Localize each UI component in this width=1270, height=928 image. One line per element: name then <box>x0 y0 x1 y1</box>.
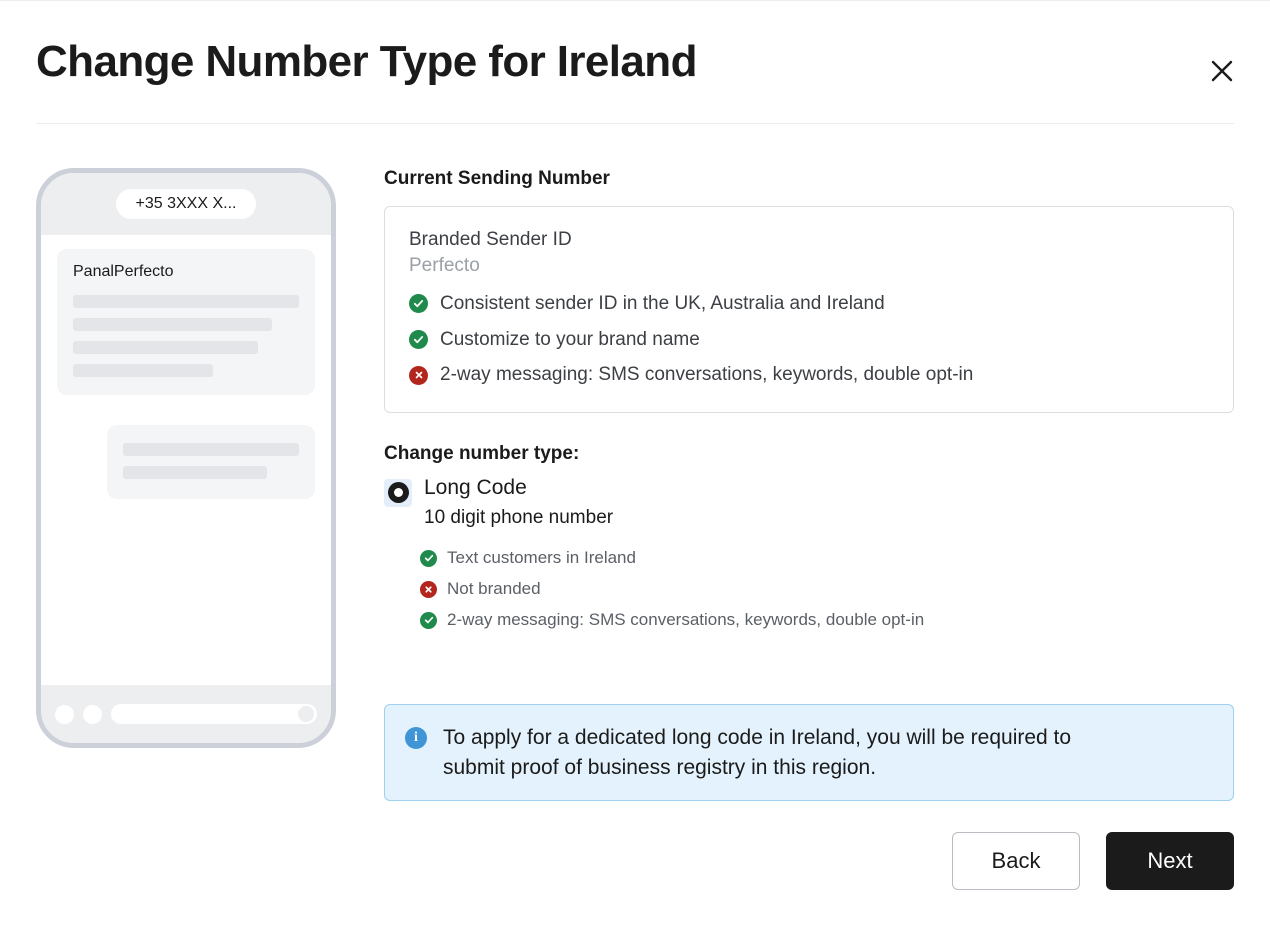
change-number-type-modal: Change Number Type for Ireland +35 3XXX … <box>0 0 1270 928</box>
list-item-label: Text customers in Ireland <box>447 547 636 567</box>
list-item-label: Consistent sender ID in the UK, Australi… <box>440 293 885 314</box>
phone-number-pill: +35 3XXX X... <box>115 189 257 219</box>
attachment-icon <box>83 704 102 724</box>
list-item-label: Customize to your brand name <box>440 328 700 350</box>
radio-option-label: Long Code <box>424 475 527 499</box>
detail-column: Current Sending Number Branded Sender ID… <box>384 168 1234 802</box>
phone-message-input <box>111 704 317 724</box>
skeleton-line <box>73 364 214 377</box>
check-circle-icon <box>420 611 437 629</box>
info-banner: i To apply for a dedicated long code in … <box>384 703 1234 802</box>
info-banner-text: To apply for a dedicated long code in Ir… <box>443 725 1072 779</box>
radio-button-long-code[interactable] <box>384 478 412 507</box>
skeleton-line <box>123 466 268 479</box>
phone-screen: PanalPerfecto <box>41 235 331 685</box>
skeleton-line <box>73 318 272 331</box>
next-button[interactable]: Next <box>1106 832 1234 890</box>
phone-preview-column: +35 3XXX X... PanalPerfecto <box>36 168 336 801</box>
radio-option-long-code[interactable]: Long Code 10 digit phone number <box>384 475 1234 529</box>
send-icon <box>298 706 314 722</box>
skeleton-line <box>73 295 299 308</box>
list-item: Text customers in Ireland <box>420 547 1234 570</box>
page-title: Change Number Type for Ireland <box>36 36 697 86</box>
list-item: 2-way messaging: SMS conversations, keyw… <box>420 609 1234 632</box>
list-item-label: Not branded <box>447 578 541 598</box>
back-button[interactable]: Back <box>952 832 1080 890</box>
change-number-type-label: Change number type: <box>384 442 580 464</box>
phone-topbar: +35 3XXX X... <box>41 173 331 235</box>
current-number-type-name: Branded Sender ID <box>409 229 572 250</box>
skeleton-line <box>123 443 299 456</box>
message-bubble: PanalPerfecto <box>57 249 315 395</box>
radio-selected-indicator <box>387 482 409 504</box>
camera-icon <box>55 704 74 724</box>
current-sending-number-card: Branded Sender ID Perfecto Consistent se… <box>384 206 1234 413</box>
phone-mockup: +35 3XXX X... PanalPerfecto <box>36 168 336 748</box>
check-circle-icon <box>409 329 428 349</box>
list-item: 2-way messaging: SMS conversations, keyw… <box>409 362 1209 388</box>
info-icon: i <box>405 726 427 749</box>
message-bubble <box>107 425 315 499</box>
current-sending-number-label: Current Sending Number <box>384 168 610 189</box>
current-number-value: Perfecto <box>409 255 480 276</box>
list-item: Not branded <box>420 578 1234 601</box>
modal-footer: Back Next <box>952 832 1234 890</box>
x-circle-icon <box>409 365 428 385</box>
list-item: Consistent sender ID in the UK, Australi… <box>409 291 1209 317</box>
phone-input-bar <box>41 685 331 743</box>
long-code-feature-list: Text customers in Ireland Not branded 2-… <box>420 547 1234 632</box>
close-button[interactable] <box>1198 47 1246 95</box>
radio-option-description: 10 digit phone number <box>424 506 614 528</box>
list-item-label: 2-way messaging: SMS conversations, keyw… <box>440 364 974 386</box>
list-item-label: 2-way messaging: SMS conversations, keyw… <box>447 609 925 629</box>
modal-body: +35 3XXX X... PanalPerfecto Current Send… <box>0 124 1270 802</box>
x-circle-icon <box>420 580 437 598</box>
list-item: Customize to your brand name <box>409 327 1209 353</box>
check-circle-icon <box>409 294 428 314</box>
current-number-feature-list: Consistent sender ID in the UK, Australi… <box>409 291 1209 388</box>
close-icon <box>1209 58 1235 84</box>
skeleton-line <box>73 341 259 354</box>
modal-header: Change Number Type for Ireland <box>0 1 1270 123</box>
message-sender-name: PanalPerfecto <box>73 263 174 280</box>
check-circle-icon <box>420 549 437 567</box>
